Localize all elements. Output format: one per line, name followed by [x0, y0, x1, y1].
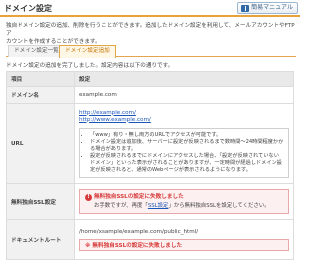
- ssl-body-post: 」から無料独自SSLを設定してください。: [168, 203, 270, 209]
- docroot-value: /home/xsample/example.com/public_html/ ※…: [74, 219, 294, 260]
- tab-domain-list[interactable]: ドメイン設定一覧: [8, 45, 65, 57]
- row-ssl: 無料独自SSL設定 ! 無料独自SSLの設定に失敗しました お手数ですが、再度「…: [6, 183, 294, 220]
- ssl-error-title: ! 無料独自SSLの設定に失敗しました: [85, 193, 283, 202]
- ssl-error-body: お手数ですが、再度「SSL設定」から無料独自SSLを設定してください。: [85, 202, 283, 210]
- tab-domain-add[interactable]: ドメイン設定追加: [59, 45, 116, 58]
- ssl-label: 無料独自SSL設定: [6, 183, 75, 220]
- warning-icon: !: [85, 194, 92, 201]
- intro-line-1: 独自ドメイン設定の追加、削除を行うことができます。追加したドメイン設定を利用して…: [6, 23, 295, 37]
- header-item: 項目: [6, 71, 75, 87]
- ssl-settings-link[interactable]: SSL設定: [148, 203, 169, 209]
- url-note-1: 「www」有り・無し両方のURLでアクセスが可能です。: [90, 132, 284, 139]
- url-note-3: 設定が反映されるまでにドメインにアクセスした場合、「設定が反映されていないドメイ…: [90, 153, 284, 174]
- row-docroot: ドキュメントルート /home/xsample/example.com/publ…: [6, 219, 294, 260]
- manual-button[interactable]: 簡易マニュアル: [237, 2, 298, 14]
- url-notice-box: 「www」有り・無し両方のURLでアクセスが可能です。 ドメイン設定は追加後、サ…: [79, 127, 289, 178]
- url-link-1[interactable]: http://example.com/: [79, 110, 289, 117]
- url-value: http://example.com/ http://www.example.c…: [74, 103, 294, 184]
- book-icon: [241, 4, 250, 12]
- ssl-body-pre: お手数ですが、再度「: [94, 203, 148, 209]
- url-link-2[interactable]: http://www.example.com/: [79, 117, 289, 124]
- completion-message: ドメイン設定の追加を完了しました。設定内容は以下の通りです。: [6, 63, 174, 69]
- docroot-notice-text: ※ 無料独自SSLの設定に失敗しました: [85, 243, 183, 249]
- settings-table: 項目 設定 ドメイン名 example.com URL http://examp…: [6, 71, 294, 260]
- ssl-error-title-text: 無料独自SSLの設定に失敗しました: [94, 194, 184, 200]
- docroot-notice: ※ 無料独自SSLの設定に失敗しました: [79, 239, 289, 251]
- page-title: ドメイン設定: [4, 4, 52, 13]
- intro-text: 独自ドメイン設定の追加、削除を行うことができます。追加したドメイン設定を利用して…: [6, 22, 296, 46]
- domain-label: ドメイン名: [6, 86, 75, 104]
- url-note-2: ドメイン設定は追加後、サーバーに設定が反映されるまで数時間〜24時間程度かかる場…: [90, 139, 284, 153]
- docroot-path: /home/xsample/example.com/public_html/: [79, 229, 199, 235]
- ssl-error-box: ! 無料独自SSLの設定に失敗しました お手数ですが、再度「SSL設定」から無料…: [79, 189, 289, 214]
- row-url: URL http://example.com/ http://www.examp…: [6, 103, 294, 184]
- header-setting: 設定: [74, 71, 294, 87]
- page-header: ドメイン設定 簡易マニュアル: [0, 0, 300, 17]
- docroot-label: ドキュメントルート: [6, 219, 75, 260]
- ssl-value: ! 無料独自SSLの設定に失敗しました お手数ですが、再度「SSL設定」から無料…: [74, 183, 294, 220]
- manual-button-label: 簡易マニュアル: [251, 4, 293, 11]
- domain-value: example.com: [74, 86, 294, 104]
- row-domain: ドメイン名 example.com: [6, 86, 294, 104]
- table-header-row: 項目 設定: [6, 71, 294, 87]
- tab-bar: ドメイン設定一覧 ドメイン設定追加: [6, 45, 296, 58]
- url-label: URL: [6, 103, 75, 184]
